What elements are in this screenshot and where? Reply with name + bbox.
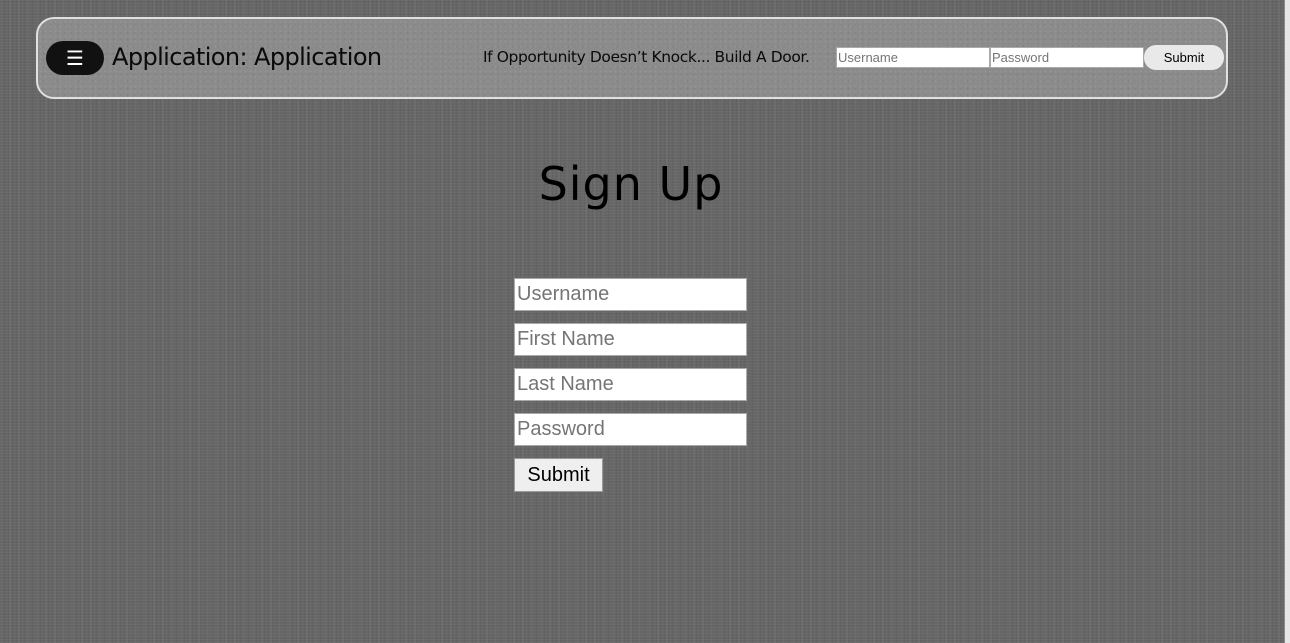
signup-last-name-input[interactable]: [514, 368, 747, 401]
top-navbar: ☰ Application: Application If Opportunit…: [36, 17, 1228, 99]
page-title: Sign Up: [538, 157, 724, 211]
tagline: If Opportunity Doesn’t Knock... Build A …: [483, 48, 810, 66]
window-right-edge: [1284, 0, 1290, 643]
signup-submit-button[interactable]: Submit: [514, 458, 603, 492]
hamburger-menu-icon: ☰: [66, 46, 84, 70]
signup-first-name-input[interactable]: [514, 323, 747, 356]
menu-button[interactable]: ☰: [46, 41, 104, 75]
signup-username-input[interactable]: [514, 278, 747, 311]
navbar-password-input[interactable]: [990, 47, 1144, 68]
app-title: Application: Application: [112, 43, 382, 71]
navbar-username-input[interactable]: [836, 47, 990, 68]
signup-password-input[interactable]: [514, 413, 747, 446]
navbar-submit-button[interactable]: Submit: [1144, 45, 1224, 70]
